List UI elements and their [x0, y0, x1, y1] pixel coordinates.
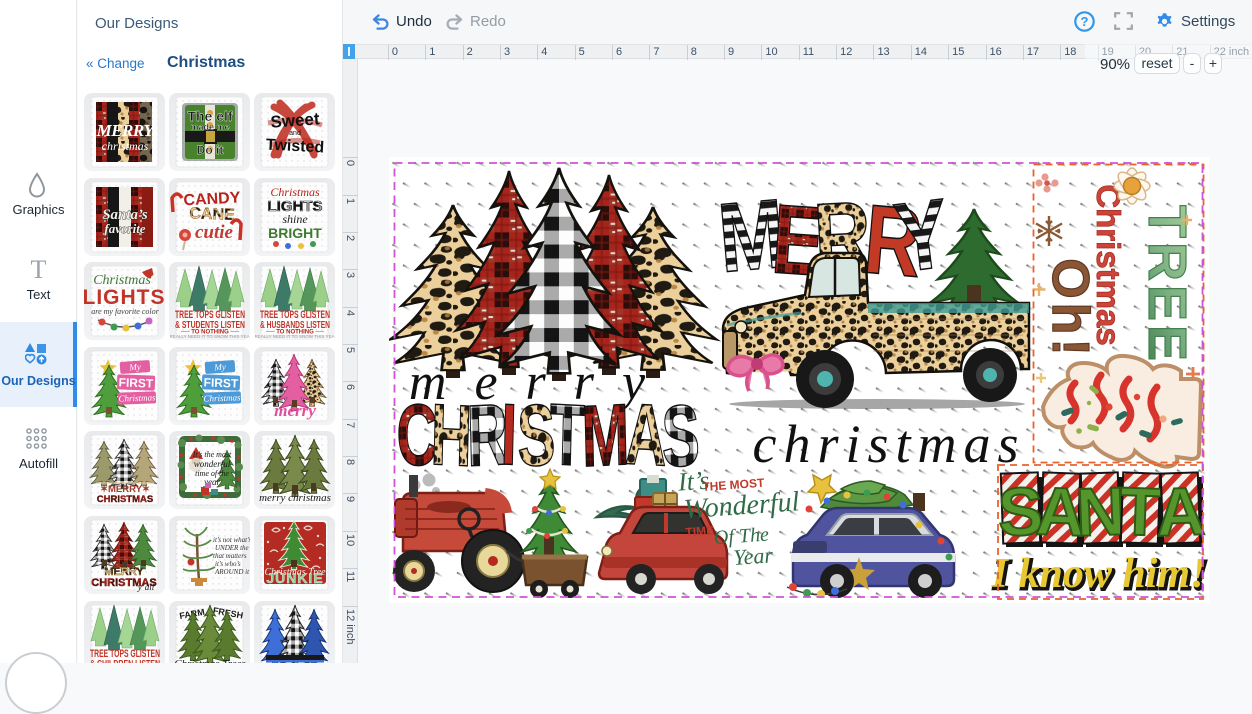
svg-text:I REALLY NEED IT TO SNOW THIS: I REALLY NEED IT TO SNOW THIS YEAR — [254, 334, 335, 339]
svg-text:Twisted: Twisted — [265, 136, 324, 156]
svg-text:I know him!: I know him! — [991, 551, 1207, 597]
svg-text:that matters: that matters — [213, 552, 247, 560]
svg-text:christmas: christmas — [102, 139, 149, 153]
svg-text:JUNKIE: JUNKIE — [266, 570, 323, 586]
svg-text:Christmas: Christmas — [118, 392, 156, 403]
svg-text:UNDER the tree: UNDER the tree — [215, 544, 250, 552]
svg-text:shine: shine — [282, 212, 308, 226]
svg-text:FIRST: FIRST — [118, 375, 154, 390]
svg-text:and: and — [289, 130, 301, 137]
svg-text:& CHILDREN LISTEN: & CHILDREN LISTEN — [90, 659, 160, 663]
svg-text:favorite: favorite — [104, 221, 145, 236]
svg-text:Christmas Trees: Christmas Trees — [174, 658, 245, 663]
svg-text:Christmas: Christmas — [270, 185, 320, 199]
svg-text:TREE: TREE — [1137, 205, 1197, 365]
svg-text:AROUND it: AROUND it — [214, 568, 250, 576]
svg-text:My: My — [213, 361, 226, 372]
svg-text:It’s the most: It’s the most — [192, 450, 232, 459]
svg-text:it’s who’s: it’s who’s — [215, 560, 241, 568]
svg-text:MERRY: MERRY — [96, 121, 156, 140]
svg-text:wonderful: wonderful — [194, 459, 231, 469]
svg-text:it’s not what’s: it’s not what’s — [213, 536, 250, 544]
svg-text:?: ? — [1081, 14, 1089, 29]
svg-text:y’all: y’all — [137, 582, 155, 592]
svg-text:A: A — [1155, 473, 1207, 551]
svg-text:BRIGHT: BRIGHT — [268, 225, 322, 241]
svg-text:My: My — [128, 361, 141, 372]
svg-text:Sweet: Sweet — [270, 109, 321, 131]
svg-text:TIME: TIME — [685, 523, 715, 539]
svg-text:I REALLY NEED IT TO SNOW THIS: I REALLY NEED IT TO SNOW THIS YEAR — [169, 334, 250, 339]
svg-text:Do it: Do it — [197, 143, 224, 157]
svg-text:Year: Year — [733, 542, 775, 570]
svg-text:made me: made me — [190, 122, 229, 132]
svg-text:merry: merry — [274, 401, 316, 420]
svg-text:Christmas: Christmas — [203, 392, 241, 403]
svg-text:Christmas: Christmas — [1090, 184, 1127, 345]
svg-text:CHRISTMAS: CHRISTMAS — [97, 494, 153, 505]
svg-text:LIGHTS: LIGHTS — [84, 286, 165, 309]
svg-text:merry christmas: merry christmas — [259, 492, 331, 504]
svg-text:are my favorite color: are my favorite color — [91, 307, 159, 316]
svg-text:FIRST: FIRST — [203, 375, 239, 390]
svg-text:christmas: christmas — [752, 414, 1025, 474]
svg-text:M: M — [581, 385, 631, 486]
svg-text:cutie: cutie — [195, 222, 234, 243]
